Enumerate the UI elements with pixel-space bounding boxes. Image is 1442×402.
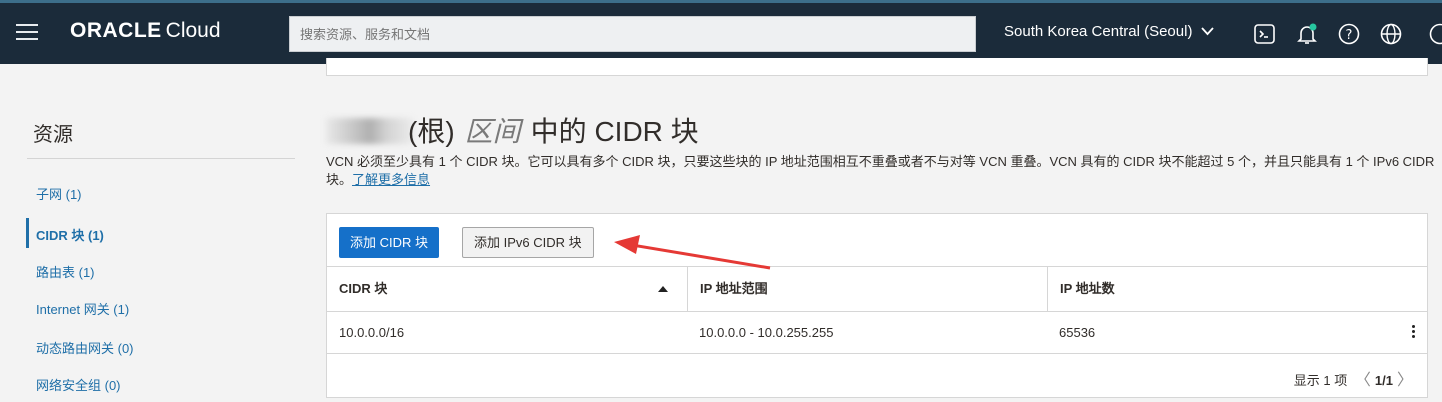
redacted-compartment-name xyxy=(326,118,414,144)
details-card-bottom xyxy=(326,58,1428,76)
sidebar-item-subnets[interactable]: 子网 (1) xyxy=(36,184,82,203)
chevron-down-icon xyxy=(1200,23,1214,40)
region-selector[interactable]: South Korea Central (Seoul) xyxy=(1004,23,1214,40)
top-nav-bar: ORACLECloud South Korea Central (Seoul) … xyxy=(0,0,1442,64)
brand-sub: Cloud xyxy=(165,19,221,42)
next-page-icon[interactable]: 〉 xyxy=(1397,366,1413,390)
title-rest: 中的 CIDR 块 xyxy=(530,116,699,147)
cloud-shell-icon[interactable] xyxy=(1253,22,1277,46)
active-indicator xyxy=(26,218,29,248)
sidebar-item-drg[interactable]: 动态路由网关 (0) xyxy=(36,338,134,357)
sidebar-divider xyxy=(27,158,295,159)
sidebar-item-cidr-blocks[interactable]: CIDR 块 (1) xyxy=(36,225,104,244)
description-text: VCN 必须至少具有 1 个 CIDR 块。它可以具有多个 CIDR 块，只要这… xyxy=(326,154,1435,187)
search-input[interactable] xyxy=(289,16,976,52)
cell-ip-range: 10.0.0.0 - 10.0.255.255 xyxy=(699,325,834,340)
user-avatar-icon[interactable] xyxy=(1428,22,1442,46)
add-ipv6-cidr-button[interactable]: 添加 IPv6 CIDR 块 xyxy=(462,227,594,258)
cell-cidr: 10.0.0.0/16 xyxy=(339,325,405,340)
sidebar-item-nsg[interactable]: 网络安全组 (0) xyxy=(36,375,121,394)
globe-icon[interactable] xyxy=(1379,22,1403,46)
cell-ip-count: 65536 xyxy=(1059,325,1096,340)
title-root: (根) xyxy=(408,116,455,147)
sidebar-item-route-tables[interactable]: 路由表 (1) xyxy=(36,262,95,281)
page-description: VCN 必须至少具有 1 个 CIDR 块。它可以具有多个 CIDR 块，只要这… xyxy=(326,153,1436,189)
learn-more-link[interactable]: 了解更多信息 xyxy=(352,172,430,187)
region-label: South Korea Central (Seoul) xyxy=(1004,23,1193,40)
column-header-ip-range[interactable]: IP 地址范围 xyxy=(687,267,1047,311)
help-icon[interactable]: ? xyxy=(1337,22,1361,46)
table-row: 10.0.0.0/16 10.0.0.0 - 10.0.255.255 6553… xyxy=(327,312,1427,354)
table-header: CIDR 块 IP 地址范围 IP 地址数 xyxy=(327,266,1427,312)
sidebar-item-internet-gateways[interactable]: Internet 网关 (1) xyxy=(36,299,129,318)
page-indicator: 1/1 xyxy=(1374,373,1393,388)
menu-icon[interactable] xyxy=(16,24,38,42)
row-actions-menu-icon[interactable] xyxy=(1410,325,1416,341)
title-compartment-word: 区间 xyxy=(464,116,521,147)
column-header-ip-count[interactable]: IP 地址数 xyxy=(1047,267,1427,311)
svg-text:?: ? xyxy=(1346,28,1353,43)
cidr-table-panel: 添加 CIDR 块 添加 IPv6 CIDR 块 CIDR 块 IP 地址范围 … xyxy=(326,213,1428,398)
page-title: (根) 区间 中的 CIDR 块 xyxy=(408,110,699,150)
sidebar-title: 资源 xyxy=(33,124,73,146)
oracle-cloud-logo[interactable]: ORACLE Cloud xyxy=(70,19,221,43)
brand-main: ORACLE xyxy=(70,19,162,42)
prev-page-icon[interactable]: 〈 xyxy=(1355,366,1371,390)
sort-ascending-icon[interactable] xyxy=(658,286,668,292)
item-count: 显示 1 项 xyxy=(1293,373,1348,388)
table-footer: 显示 1 项 〈 1/1 〉 xyxy=(1294,366,1417,390)
column-header-cidr[interactable]: CIDR 块 xyxy=(327,267,687,311)
add-cidr-button[interactable]: 添加 CIDR 块 xyxy=(339,227,440,258)
bell-icon[interactable] xyxy=(1295,22,1319,46)
